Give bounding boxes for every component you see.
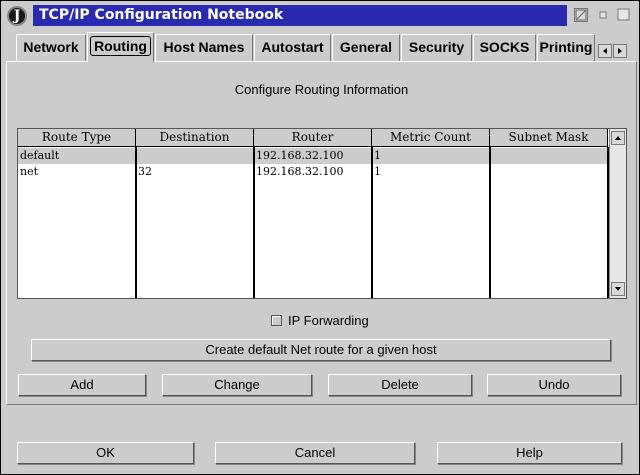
scroll-up-icon[interactable] (611, 131, 625, 145)
tab-network[interactable]: Network (16, 34, 86, 62)
create-default-net-route-button[interactable]: Create default Net route for a given hos… (31, 339, 611, 361)
tab-scroll-left-icon[interactable] (598, 44, 612, 58)
tab-routing[interactable]: Routing (87, 32, 154, 62)
tab-autostart[interactable]: Autostart (254, 34, 331, 62)
ip-forwarding-checkbox[interactable] (271, 315, 282, 326)
cell-metric-count: 1 (374, 165, 381, 178)
cell-subnet-mask (490, 164, 606, 180)
minimize-icon[interactable] (596, 8, 610, 22)
table-row[interactable]: net 32 192.168.32.100 1 (18, 164, 608, 180)
cell-router: 192.168.32.100 (256, 149, 344, 162)
ip-forwarding-option[interactable]: IP Forwarding (271, 314, 369, 330)
cell-metric-count: 1 (374, 149, 381, 162)
column-header-metric-count[interactable]: Metric Count (372, 129, 490, 147)
column-divider (371, 147, 373, 298)
restore-icon[interactable] (574, 8, 588, 22)
cell-route-type: net (20, 165, 39, 178)
routing-page: Configure Routing Information Route Type… (6, 61, 637, 405)
title-bar[interactable]: J TCP/IP Configuration Notebook (2, 2, 638, 29)
help-button[interactable]: Help (437, 442, 622, 464)
tab-socks[interactable]: SOCKS (473, 34, 536, 62)
tcpip-configuration-window: J TCP/IP Configuration Notebook Network … (0, 0, 640, 475)
cell-route-type: default (20, 149, 60, 162)
scroll-down-icon[interactable] (611, 282, 625, 296)
notebook-tabs: Network Routing Host Names Autostart Gen… (2, 29, 638, 62)
system-menu-icon[interactable]: J (7, 6, 27, 26)
column-header-destination[interactable]: Destination Address (136, 129, 254, 161)
cell-router: 192.168.32.100 (256, 165, 344, 178)
ok-button[interactable]: OK (17, 442, 194, 464)
tab-printing[interactable]: Printing (537, 34, 595, 62)
change-button[interactable]: Change (162, 374, 312, 396)
delete-button[interactable]: Delete (328, 374, 472, 396)
column-divider (135, 147, 137, 298)
column-divider (253, 147, 255, 298)
add-button[interactable]: Add (18, 374, 146, 396)
cancel-button[interactable]: Cancel (215, 442, 415, 464)
routes-table[interactable]: Route Type Destination Address Router Me… (17, 128, 627, 299)
undo-button[interactable]: Undo (487, 374, 621, 396)
cell-destination (136, 148, 252, 164)
column-header-subnet-mask[interactable]: Subnet Mask (490, 129, 608, 147)
tab-routing-label: Routing (90, 36, 151, 56)
column-header-route-type[interactable]: Route Type (18, 129, 136, 147)
table-vertical-scrollbar[interactable] (609, 129, 626, 298)
tab-scroll-right-icon[interactable] (613, 44, 627, 58)
cell-destination: 32 (138, 165, 152, 178)
column-header-router[interactable]: Router (254, 129, 372, 147)
page-heading: Configure Routing Information (234, 82, 409, 97)
ip-forwarding-label: IP Forwarding (288, 313, 369, 328)
column-divider (489, 147, 491, 298)
tab-host-names[interactable]: Host Names (155, 34, 253, 62)
tab-general[interactable]: General (332, 34, 400, 62)
tab-security[interactable]: Security (401, 34, 472, 62)
maximize-icon[interactable] (617, 8, 631, 22)
cell-subnet-mask (490, 148, 606, 164)
window-title: TCP/IP Configuration Notebook (33, 5, 567, 26)
table-row[interactable]: default 192.168.32.100 1 (18, 148, 608, 164)
